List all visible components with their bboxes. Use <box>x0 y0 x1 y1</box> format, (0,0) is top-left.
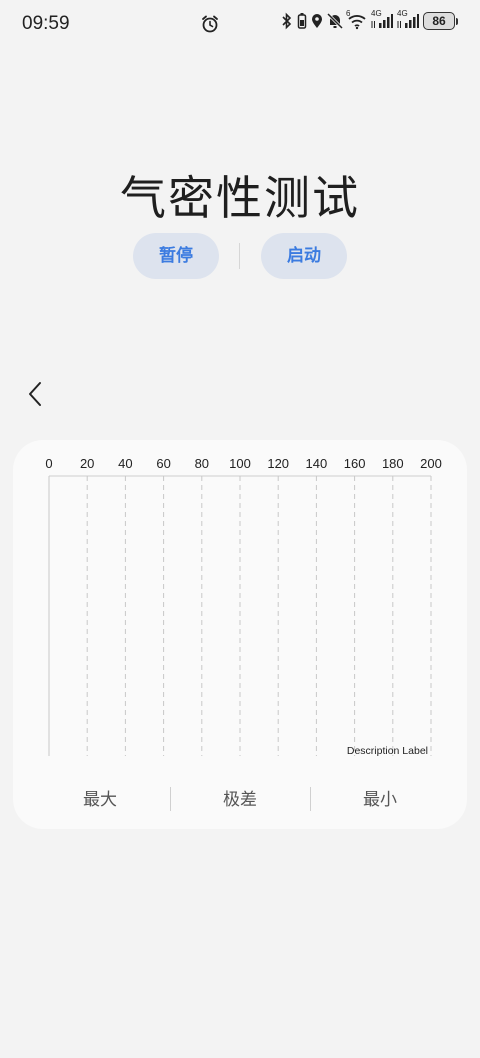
x-tick-label: 100 <box>229 456 251 471</box>
x-tick-label: 60 <box>156 456 170 471</box>
start-button[interactable]: 启动 <box>261 233 347 279</box>
battery-saver-icon <box>297 12 307 30</box>
chevron-left-icon <box>29 382 41 406</box>
chart: 0 20 40 60 80 100 120 140 160 180 200 Description L… <box>45 456 442 757</box>
signal-icon-2: 4G <box>397 9 419 30</box>
x-tick-label: 140 <box>306 456 328 471</box>
stat-range-label: 极差 <box>223 790 257 810</box>
battery-icon: 86 <box>423 12 458 30</box>
control-divider <box>239 243 240 269</box>
status-icons: 6 4G 4G 86 <box>281 9 458 30</box>
signal-icon: 4G <box>371 9 393 30</box>
x-tick-label: 40 <box>118 456 132 471</box>
chart-description-label: Description Label <box>347 745 428 757</box>
status-bar: 09:59 6 4G 4G 86 <box>0 0 480 50</box>
status-time: 09:59 <box>22 13 70 34</box>
location-icon <box>311 12 323 30</box>
x-tick-label: 80 <box>195 456 209 471</box>
battery-level: 86 <box>423 12 455 30</box>
mute-icon <box>327 12 343 30</box>
stats-bar: 最大 极差 最小 <box>13 785 467 815</box>
stat-max-label: 最大 <box>83 790 117 810</box>
back-button[interactable] <box>24 380 50 408</box>
network-label: 4G <box>371 9 382 18</box>
x-tick-label: 20 <box>80 456 94 471</box>
wifi-icon: 6 <box>346 9 367 30</box>
chart-card: 0 20 40 60 80 100 120 140 160 180 200 Description L… <box>13 440 467 829</box>
page-title: 气密性测试 <box>120 171 360 225</box>
wifi-badge: 6 <box>346 9 351 18</box>
x-tick-label: 200 <box>420 456 442 471</box>
alarm-icon <box>200 14 220 38</box>
control-bar: 暂停 启动 <box>0 233 480 279</box>
x-tick-label: 160 <box>344 456 366 471</box>
bluetooth-icon <box>281 12 293 30</box>
x-tick-label: 0 <box>45 456 52 471</box>
x-tick-label: 180 <box>382 456 404 471</box>
pause-button[interactable]: 暂停 <box>133 233 219 279</box>
network-label-2: 4G <box>397 9 408 18</box>
x-tick-label: 120 <box>267 456 289 471</box>
stat-min-label: 最小 <box>363 790 397 810</box>
